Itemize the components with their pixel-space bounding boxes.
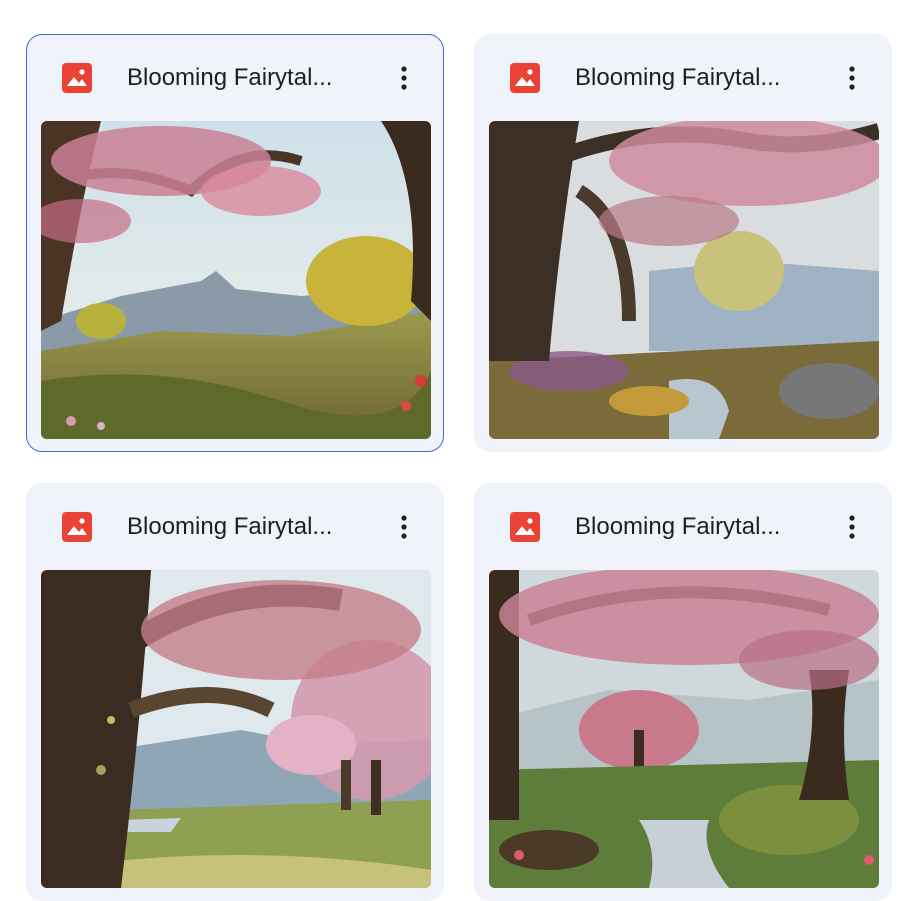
more-options-icon[interactable] bbox=[835, 510, 869, 544]
card-header: Blooming Fairytal... bbox=[27, 35, 443, 121]
more-options-icon[interactable] bbox=[835, 61, 869, 95]
file-name: Blooming Fairytal... bbox=[575, 64, 781, 91]
card-header: Blooming Fairytal... bbox=[27, 484, 443, 570]
landscape-image bbox=[489, 570, 879, 888]
image-file-icon bbox=[62, 512, 92, 542]
file-card[interactable]: Blooming Fairytal... bbox=[474, 34, 892, 452]
image-file-icon bbox=[62, 63, 92, 93]
image-file-icon bbox=[510, 63, 540, 93]
landscape-image bbox=[41, 121, 431, 439]
landscape-image bbox=[489, 121, 879, 439]
file-name: Blooming Fairytal... bbox=[575, 513, 781, 540]
image-thumbnail[interactable] bbox=[41, 121, 431, 439]
file-card[interactable]: Blooming Fairytal... bbox=[26, 34, 444, 452]
more-options-icon[interactable] bbox=[387, 61, 421, 95]
file-name: Blooming Fairytal... bbox=[127, 64, 333, 91]
file-card[interactable]: Blooming Fairytal... bbox=[474, 483, 892, 901]
card-header: Blooming Fairytal... bbox=[475, 35, 891, 121]
more-options-icon[interactable] bbox=[387, 510, 421, 544]
image-file-icon bbox=[510, 512, 540, 542]
image-thumbnail[interactable] bbox=[489, 570, 879, 888]
file-name: Blooming Fairytal... bbox=[127, 513, 333, 540]
landscape-image bbox=[41, 570, 431, 888]
file-grid: Blooming Fairytal... Blooming Fairytal..… bbox=[0, 0, 904, 901]
file-card[interactable]: Blooming Fairytal... bbox=[26, 483, 444, 901]
image-thumbnail[interactable] bbox=[489, 121, 879, 439]
card-header: Blooming Fairytal... bbox=[475, 484, 891, 570]
image-thumbnail[interactable] bbox=[41, 570, 431, 888]
